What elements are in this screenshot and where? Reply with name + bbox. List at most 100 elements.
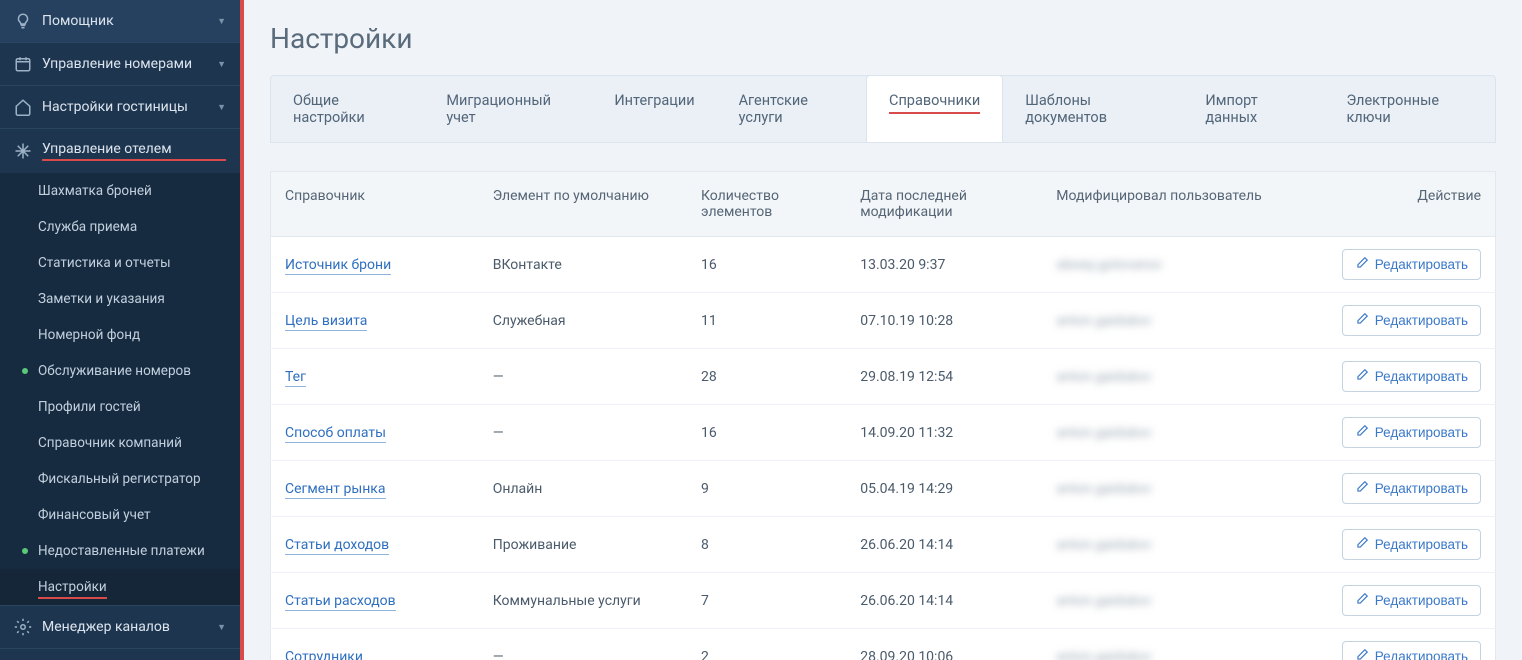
cell-date: 05.04.19 14:29 — [846, 461, 1042, 517]
cell-user: anton.gaidukov — [1042, 461, 1312, 517]
cell-default: — — [479, 629, 687, 660]
table-row: Источник брони ВКонтакте1613.03.20 9:37al… — [271, 237, 1496, 293]
directory-link[interactable]: Источник брони — [285, 257, 391, 275]
sidebar-sub-stats[interactable]: Статистика и отчеты — [0, 245, 240, 281]
table-row: Цель визита Служебная1107.10.19 10:28anto… — [271, 293, 1496, 349]
tab-directories[interactable]: Справочники — [866, 75, 1003, 142]
sidebar-sub-housekeeping[interactable]: Обслуживание номеров — [0, 353, 240, 389]
lightbulb-icon — [14, 12, 32, 30]
tab-general[interactable]: Общие настройки — [271, 76, 424, 142]
pencil-icon — [1355, 592, 1369, 609]
snowflake-icon — [14, 142, 32, 160]
tab-agent-services[interactable]: Агентские услуги — [717, 76, 866, 142]
directories-table: Справочник Элемент по умолчанию Количест… — [270, 171, 1496, 660]
tab-doc-templates[interactable]: Шаблоны документов — [1003, 76, 1183, 142]
directory-link[interactable]: Сотрудники — [285, 649, 363, 660]
edit-button[interactable]: Редактировать — [1342, 249, 1481, 280]
cell-count: 16 — [687, 237, 846, 293]
home-icon — [14, 98, 32, 116]
cell-count: 28 — [687, 349, 846, 405]
sidebar-item-hotel-settings[interactable]: Настройки гостиницы ▼ — [0, 86, 240, 128]
sidebar-item-label: Управление номерами — [42, 56, 217, 72]
cell-date: 29.08.19 12:54 — [846, 349, 1042, 405]
chevron-down-icon: ▼ — [217, 622, 226, 633]
tab-migration[interactable]: Миграционный учет — [424, 76, 592, 142]
cell-user: anton.gaidukov — [1042, 349, 1312, 405]
sidebar-sub-failed-payments[interactable]: Недоставленные платежи — [0, 533, 240, 569]
cell-date: 13.03.20 9:37 — [846, 237, 1042, 293]
th-user: Модифицировал пользователь — [1042, 172, 1312, 237]
cell-date: 26.06.20 14:14 — [846, 573, 1042, 629]
cell-default: — — [479, 405, 687, 461]
th-count: Количество элементов — [687, 172, 846, 237]
cell-date: 26.06.20 14:14 — [846, 517, 1042, 573]
cell-count: 16 — [687, 405, 846, 461]
page-title: Настройки — [270, 22, 1496, 55]
cell-date: 28.09.20 10:06 — [846, 629, 1042, 660]
cell-user: alexey.golovanov — [1042, 237, 1312, 293]
directory-link[interactable]: Статьи доходов — [285, 537, 389, 555]
pencil-icon — [1355, 536, 1369, 553]
cell-count: 8 — [687, 517, 846, 573]
edit-button[interactable]: Редактировать — [1342, 305, 1481, 336]
edit-button[interactable]: Редактировать — [1342, 641, 1481, 660]
tab-integrations[interactable]: Интеграции — [592, 76, 716, 142]
sidebar-sub-settings[interactable]: Настройки — [0, 569, 240, 605]
pencil-icon — [1355, 648, 1369, 660]
th-name: Справочник — [271, 172, 479, 237]
cell-user: anton.gaidukov — [1042, 405, 1312, 461]
cell-user: anton.gaidukov — [1042, 629, 1312, 660]
sidebar-sub-guest-profiles[interactable]: Профили гостей — [0, 389, 240, 425]
sidebar-sub-room-fund[interactable]: Номерной фонд — [0, 317, 240, 353]
sidebar-sub-finance[interactable]: Финансовый учет — [0, 497, 240, 533]
sidebar-item-rooms[interactable]: Управление номерами ▼ — [0, 43, 240, 85]
sidebar-sub-companies[interactable]: Справочник компаний — [0, 425, 240, 461]
sidebar-sub-fiscal[interactable]: Фискальный регистратор — [0, 461, 240, 497]
gear-icon — [14, 618, 32, 636]
tab-ekeys[interactable]: Электронные ключи — [1324, 76, 1495, 142]
pencil-icon — [1355, 312, 1369, 329]
directory-link[interactable]: Цель визита — [285, 313, 367, 331]
sidebar-sub-reception[interactable]: Служба приема — [0, 209, 240, 245]
table-row: Сегмент рынкаОнлайн905.04.19 14:29anton.… — [271, 461, 1496, 517]
edit-button[interactable]: Редактировать — [1342, 473, 1481, 504]
cell-date: 07.10.19 10:28 — [846, 293, 1042, 349]
directory-link[interactable]: Тег — [285, 369, 306, 387]
sidebar-sub-notes[interactable]: Заметки и указания — [0, 281, 240, 317]
pencil-icon — [1355, 368, 1369, 385]
tab-import[interactable]: Импорт данных — [1183, 76, 1324, 142]
cell-default: Проживание — [479, 517, 687, 573]
cell-default: Коммунальные услуги — [479, 573, 687, 629]
th-date: Дата последней модификации — [846, 172, 1042, 237]
edit-button[interactable]: Редактировать — [1342, 361, 1481, 392]
directory-link[interactable]: Статьи расходов — [285, 593, 396, 611]
chevron-down-icon: ▼ — [217, 16, 226, 27]
cell-count: 2 — [687, 629, 846, 660]
pencil-icon — [1355, 256, 1369, 273]
edit-button[interactable]: Редактировать — [1342, 585, 1481, 616]
directory-link[interactable]: Сегмент рынка — [285, 481, 386, 499]
cell-default: ВКонтакте — [479, 237, 687, 293]
cell-default: Онлайн — [479, 461, 687, 517]
sidebar-submenu: Шахматка броней Служба приема Статистика… — [0, 173, 240, 605]
directory-link[interactable]: Способ оплаты — [285, 425, 386, 443]
edit-button[interactable]: Редактировать — [1342, 529, 1481, 560]
calendar-icon — [14, 55, 32, 73]
sidebar-item-label: Менеджер каналов — [42, 619, 217, 635]
cell-count: 11 — [687, 293, 846, 349]
table-row: Статьи доходовПроживание826.06.20 14:14a… — [271, 517, 1496, 573]
sidebar-item-assistant[interactable]: Помощник ▼ — [0, 0, 240, 42]
cell-date: 14.09.20 11:32 — [846, 405, 1042, 461]
cell-count: 7 — [687, 573, 846, 629]
main-content: Настройки Общие настройки Миграционный у… — [244, 0, 1522, 660]
cell-user: anton.gaidukov — [1042, 293, 1312, 349]
sidebar: Помощник ▼ Управление номерами ▼ Настрой… — [0, 0, 244, 660]
cell-default: Служебная — [479, 293, 687, 349]
edit-button[interactable]: Редактировать — [1342, 417, 1481, 448]
sidebar-item-hotel-management[interactable]: Управление отелем — [0, 129, 240, 173]
th-default: Элемент по умолчанию — [479, 172, 687, 237]
sidebar-sub-chessboard[interactable]: Шахматка броней — [0, 173, 240, 209]
sidebar-item-channel-manager[interactable]: Менеджер каналов ▼ — [0, 606, 240, 648]
chevron-down-icon: ▼ — [217, 102, 226, 113]
pencil-icon — [1355, 424, 1369, 441]
